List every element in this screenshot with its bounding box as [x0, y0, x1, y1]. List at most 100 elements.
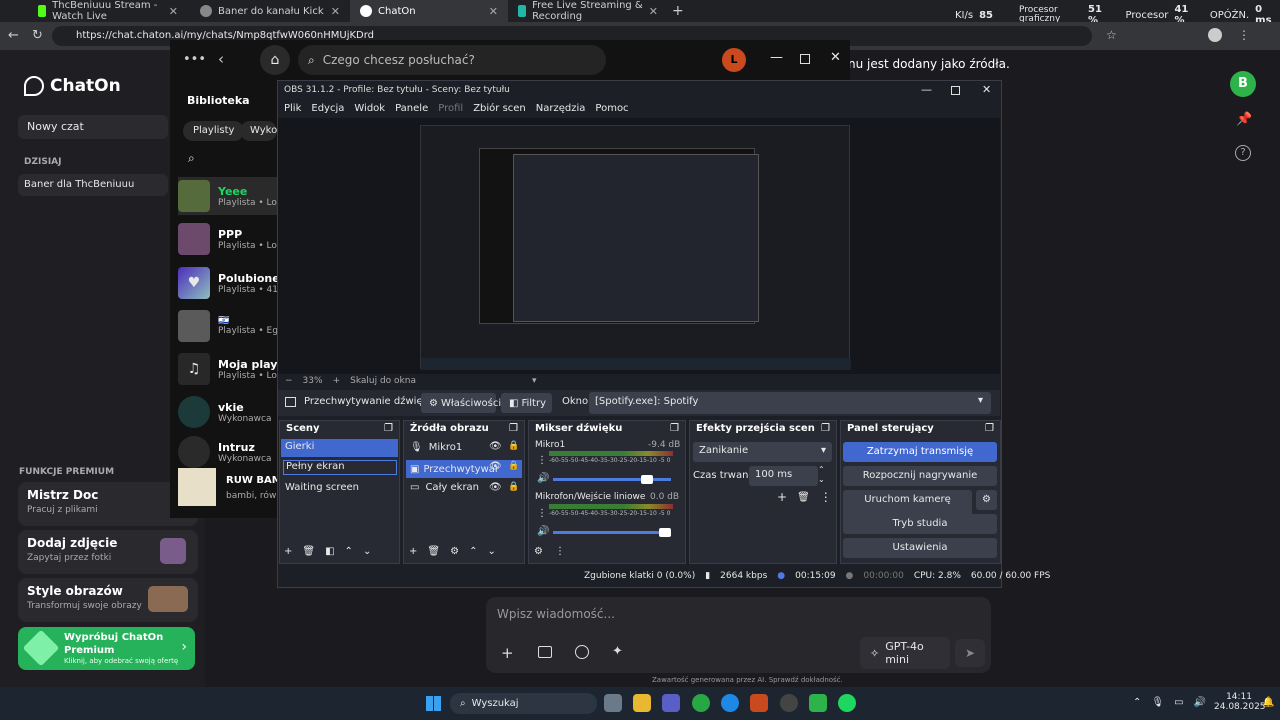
new-chat-button[interactable]: Nowy czat: [18, 115, 168, 139]
now-playing-cover[interactable]: [178, 468, 216, 506]
teams-icon[interactable]: [662, 694, 680, 712]
dock-popout-icon[interactable]: ❐: [384, 423, 393, 435]
trash-icon[interactable]: 🗑: [427, 546, 440, 557]
globe-icon[interactable]: [575, 645, 589, 659]
speaker-icon[interactable]: 🔊: [537, 526, 549, 537]
tab-streaming[interactable]: Free Live Streaming & Recording ✕: [508, 0, 668, 22]
arrow-up-icon[interactable]: ⌃: [469, 546, 477, 557]
zoom-out-icon[interactable]: −: [285, 376, 293, 386]
menu-file[interactable]: Plik: [284, 103, 301, 114]
stop-stream-button[interactable]: Zatrzymaj transmisję: [843, 442, 997, 462]
dock-popout-icon[interactable]: ❐: [821, 423, 830, 435]
menu-icon[interactable]: ⋮: [1238, 28, 1250, 42]
filter-icon[interactable]: ◧: [325, 546, 334, 557]
arrow-down-icon[interactable]: ⌄: [363, 546, 371, 557]
menu-docks[interactable]: Panele: [395, 103, 428, 114]
edge-icon[interactable]: [721, 694, 739, 712]
home-icon[interactable]: ⌂: [260, 45, 290, 75]
preview-screen[interactable]: [420, 125, 851, 370]
volume-slider-handle[interactable]: [640, 475, 653, 484]
close-icon[interactable]: ✕: [331, 5, 340, 18]
virtual-camera-settings-icon[interactable]: ⚙: [976, 490, 997, 510]
playlist-item[interactable]: Yeee Playlista • Lo: [178, 177, 278, 215]
lock-icon[interactable]: 🔒: [508, 441, 519, 451]
dock-popout-icon[interactable]: ❐: [670, 423, 679, 435]
close-icon[interactable]: ✕: [649, 5, 658, 18]
volume-slider-handle[interactable]: [659, 528, 671, 537]
tab-kick-stream[interactable]: ThcBeniuuu Stream - Watch Live ✕: [28, 0, 188, 22]
taskbar-search[interactable]: ⌕ Wyszukaj: [450, 693, 597, 714]
app-icon[interactable]: [750, 694, 768, 712]
menu-tools[interactable]: Narzędzia: [536, 103, 586, 114]
menu-edit[interactable]: Edycja: [311, 103, 344, 114]
eye-icon[interactable]: 👁: [489, 461, 502, 472]
premium-banner[interactable]: Wypróbuj ChatOn Premium Kliknij, aby ode…: [18, 627, 195, 670]
feature-add-photo[interactable]: Dodaj zdjęcie Zapytaj przez fotki: [18, 530, 198, 574]
eye-icon[interactable]: 👁: [489, 441, 502, 452]
dock-popout-icon[interactable]: ❐: [509, 423, 518, 435]
chevron-up-icon[interactable]: ⌃: [1133, 697, 1141, 708]
more-vertical-icon[interactable]: ⋮: [820, 490, 832, 504]
arrow-down-icon[interactable]: ⌄: [487, 546, 495, 557]
more-vertical-icon[interactable]: ⋮: [537, 455, 547, 466]
network-icon[interactable]: ▭: [1174, 697, 1183, 708]
source-item-screen[interactable]: ▭ Cały ekran: [410, 482, 479, 493]
volume-slider-track[interactable]: [553, 478, 671, 481]
feature-image-styles[interactable]: Style obrazów Transformuj swoje obrazy: [18, 578, 198, 622]
back-icon[interactable]: ←: [8, 28, 19, 43]
spotify-search-bar[interactable]: ⌕ Czego chcesz posłuchać?: [298, 45, 606, 75]
scale-mode[interactable]: Skaluj do okna: [350, 376, 416, 386]
chaton-icon[interactable]: [809, 694, 827, 712]
studio-mode-button[interactable]: Tryb studia: [843, 514, 997, 534]
volume-icon[interactable]: 🔊: [1194, 697, 1206, 708]
maximize-icon[interactable]: [951, 86, 960, 95]
new-tab-button[interactable]: +: [672, 3, 684, 19]
add-icon[interactable]: +: [284, 546, 292, 557]
help-icon[interactable]: ?: [1235, 145, 1251, 161]
dock-popout-icon[interactable]: ❐: [985, 423, 994, 435]
task-view-icon[interactable]: [604, 694, 622, 712]
add-icon[interactable]: +: [501, 644, 514, 662]
notification-icon[interactable]: 🔔: [1262, 697, 1274, 708]
more-vertical-icon[interactable]: ⋮: [555, 546, 565, 557]
stepper-icon[interactable]: ⌃ ⌄: [818, 465, 825, 485]
minimize-icon[interactable]: —: [921, 83, 932, 96]
menu-scene-collection[interactable]: Zbiór scen: [473, 103, 526, 114]
trash-icon[interactable]: 🗑: [797, 492, 810, 503]
windows-start-icon[interactable]: [426, 696, 441, 711]
more-vertical-icon[interactable]: ⋮: [537, 508, 547, 519]
speaker-icon[interactable]: 🔊: [537, 473, 549, 484]
scene-item-gierki[interactable]: Gierki: [281, 439, 398, 457]
window-select[interactable]: [Spotify.exe]: Spotify ▾: [589, 392, 991, 414]
lock-icon[interactable]: 🔒: [508, 482, 519, 492]
menu-view[interactable]: Widok: [354, 103, 385, 114]
start-recording-button[interactable]: Rozpocznij nagrywanie: [843, 466, 997, 486]
close-icon[interactable]: ✕: [489, 5, 498, 18]
reload-icon[interactable]: ↻: [32, 28, 43, 43]
add-icon[interactable]: +: [409, 546, 417, 557]
clock[interactable]: 14:11 24.08.2025: [1214, 692, 1266, 712]
profile-avatar[interactable]: [1208, 28, 1222, 42]
star-icon[interactable]: ☆: [1106, 28, 1117, 42]
filter-artists[interactable]: Wykon: [240, 121, 277, 141]
lock-icon[interactable]: 🔒: [508, 461, 519, 471]
eye-icon[interactable]: 👁: [489, 482, 502, 493]
menu-profile[interactable]: Profil: [438, 103, 463, 114]
gear-icon[interactable]: ⚙: [450, 546, 459, 557]
filter-playlists[interactable]: Playlisty: [183, 121, 245, 141]
folder-icon[interactable]: [538, 646, 552, 658]
obs-icon[interactable]: [780, 694, 798, 712]
menu-help[interactable]: Pomoc: [595, 103, 628, 114]
chat-history-item[interactable]: Baner dla ThcBeniuuu: [18, 174, 168, 196]
spotify-icon[interactable]: [838, 694, 856, 712]
properties-button[interactable]: ⚙ Właściwości: [421, 393, 501, 413]
maximize-icon[interactable]: [800, 54, 810, 64]
close-icon[interactable]: ✕: [169, 5, 178, 18]
chevron-down-icon[interactable]: ▾: [532, 376, 537, 386]
trash-icon[interactable]: 🗑: [302, 546, 315, 557]
scene-item-waiting[interactable]: Waiting screen: [285, 482, 359, 493]
close-icon[interactable]: ✕: [830, 50, 841, 65]
arrow-up-icon[interactable]: ⌃: [345, 546, 353, 557]
microphone-icon[interactable]: 🎙: [1151, 697, 1164, 708]
zoom-in-icon[interactable]: +: [333, 376, 341, 386]
